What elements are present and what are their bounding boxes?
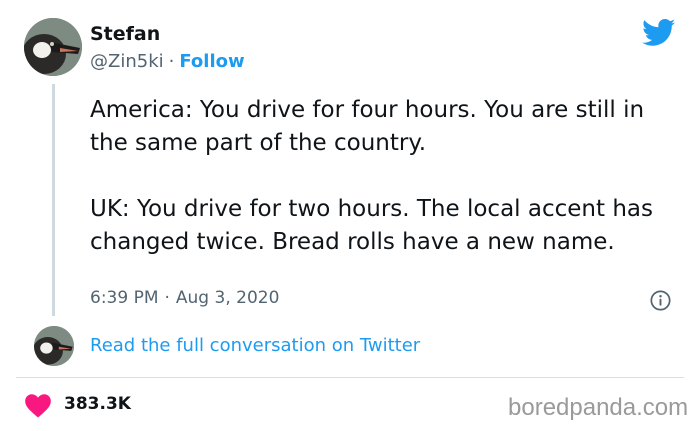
watermark: boredpanda.com — [508, 394, 689, 421]
separator-dot: · — [168, 51, 175, 72]
follow-button[interactable]: Follow — [179, 51, 244, 72]
like-count[interactable]: 383.3K — [64, 394, 131, 414]
divider — [16, 377, 684, 378]
avatar-small[interactable] — [34, 326, 74, 366]
heart-icon[interactable] — [24, 392, 52, 418]
handle[interactable]: @Zin5ki — [90, 51, 164, 72]
twitter-bird-icon[interactable] — [642, 19, 676, 47]
avatar[interactable] — [24, 18, 82, 76]
tweet-paragraph-2: UK: You drive for two hours. The local a… — [90, 196, 653, 255]
thread-line — [52, 84, 55, 316]
tweet-date[interactable]: Aug 3, 2020 — [176, 288, 280, 308]
info-icon[interactable] — [650, 290, 671, 311]
tweet-timestamp[interactable]: 6:39 PM · Aug 3, 2020 — [90, 288, 279, 308]
tweet-paragraph-1: America: You drive for four hours. You a… — [90, 97, 645, 156]
handle-row: @Zin5ki · Follow — [90, 51, 245, 72]
tweet-text: America: You drive for four hours. You a… — [90, 94, 680, 259]
read-conversation-link[interactable]: Read the full conversation on Twitter — [90, 335, 420, 356]
display-name[interactable]: Stefan — [90, 23, 160, 45]
separator-dot: · — [164, 288, 170, 308]
tweet-time[interactable]: 6:39 PM — [90, 288, 159, 308]
